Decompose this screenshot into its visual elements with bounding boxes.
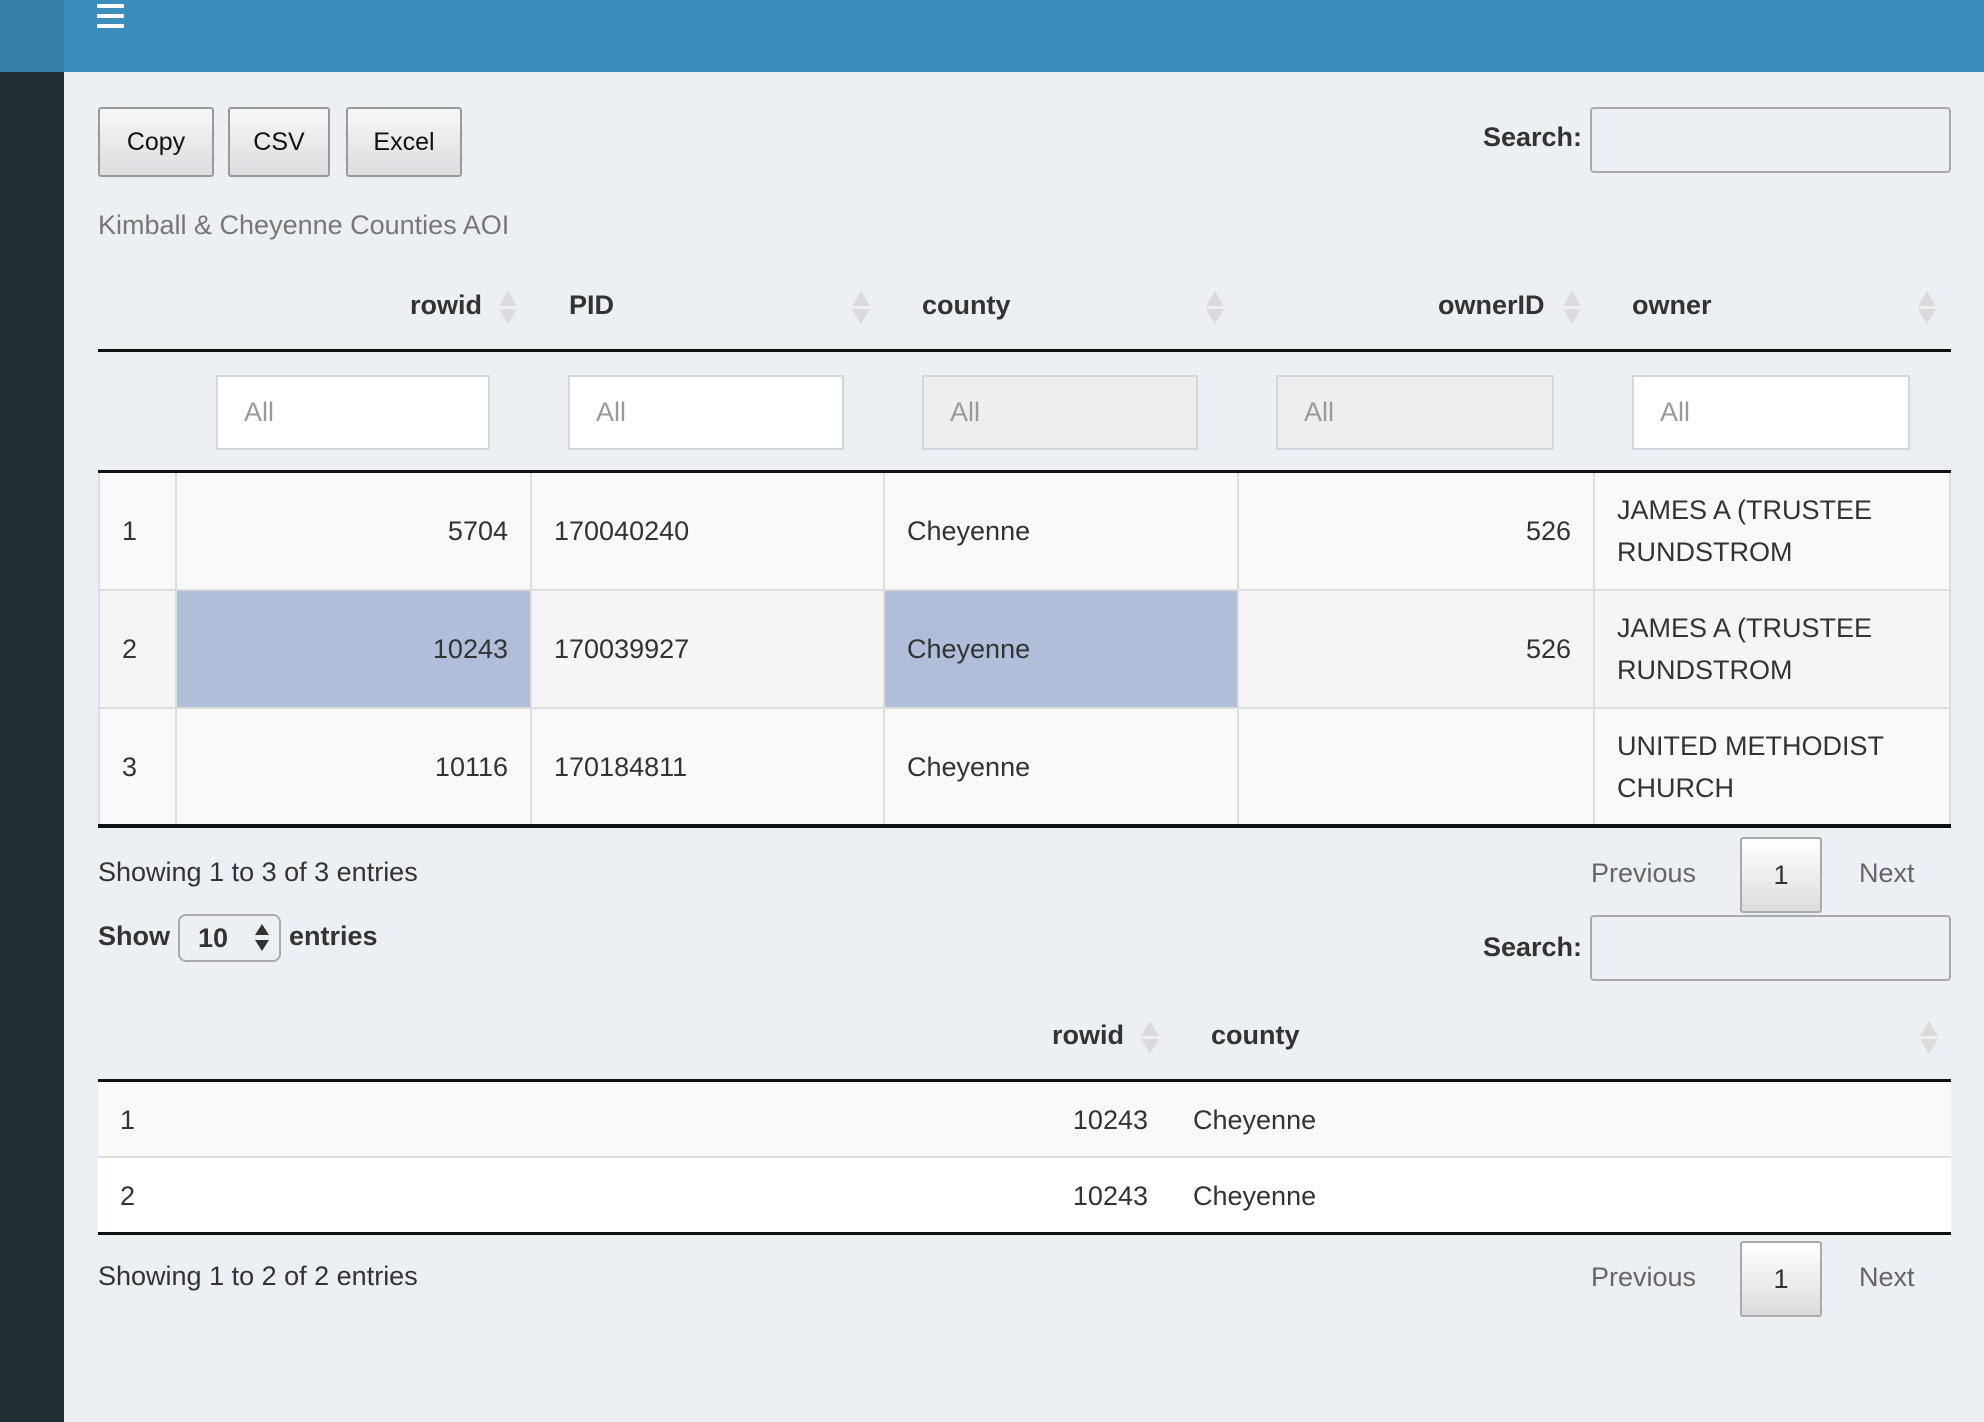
column-header-county[interactable]: county: [1211, 1020, 1300, 1051]
hamburger-bar: [97, 24, 124, 28]
sort-icon[interactable]: [499, 291, 517, 325]
row-index: 1: [120, 1105, 136, 1135]
filter-rowid[interactable]: All: [216, 375, 490, 450]
filter-county: All: [922, 375, 1198, 450]
column-header-county[interactable]: county: [922, 290, 1011, 321]
cell-ownerid[interactable]: 526: [1239, 591, 1595, 709]
row-index: 1: [98, 473, 177, 591]
filter-pid[interactable]: All: [568, 375, 844, 450]
cell-county[interactable]: Cheyenne: [1193, 1158, 1316, 1234]
cell-ownerid[interactable]: 526: [1239, 473, 1595, 591]
table-row[interactable]: 1 5704 170040240 Cheyenne 526 JAMES A (T…: [98, 473, 1951, 591]
body-bottom-border: [98, 1232, 1951, 1235]
logo-area: [0, 0, 64, 72]
pagination-next[interactable]: Next: [1859, 858, 1915, 889]
excel-button[interactable]: Excel: [346, 107, 462, 177]
sort-icon[interactable]: [1141, 1021, 1159, 1055]
table-info: Showing 1 to 3 of 3 entries: [98, 857, 418, 887]
column-header-ownerid[interactable]: ownerID: [1438, 290, 1545, 321]
cell-pid[interactable]: 170040240: [532, 473, 885, 591]
sort-icon[interactable]: [1918, 291, 1936, 325]
table-row[interactable]: 2 10243 170039927 Cheyenne 526 JAMES A (…: [98, 591, 1951, 709]
row-index: 3: [98, 709, 177, 827]
table-row[interactable]: 2 10243 Cheyenne: [98, 1158, 1951, 1234]
length-entries-label: entries: [289, 921, 378, 951]
cell-rowid[interactable]: 10116: [177, 709, 532, 827]
pagination-page-1[interactable]: 1: [1740, 837, 1822, 913]
cell-ownerid[interactable]: [1239, 709, 1595, 827]
cell-rowid[interactable]: 10243: [1073, 1158, 1148, 1234]
hamburger-bar: [97, 14, 124, 18]
pagination-previous[interactable]: Previous: [1591, 858, 1696, 889]
table-info: Showing 1 to 2 of 2 entries: [98, 1261, 418, 1291]
search-label: Search:: [1482, 122, 1582, 152]
table-row[interactable]: 3 10116 170184811 Cheyenne UNITED METHOD…: [98, 709, 1951, 827]
page-length-select[interactable]: 10: [178, 914, 281, 962]
cell-county[interactable]: Cheyenne: [885, 709, 1239, 827]
search-input[interactable]: [1590, 915, 1951, 981]
table-row[interactable]: 1 10243 Cheyenne: [98, 1082, 1951, 1158]
search-input[interactable]: [1590, 107, 1951, 173]
csv-button[interactable]: CSV: [228, 107, 330, 177]
cell-rowid-selected[interactable]: 10243: [177, 591, 532, 709]
cell-county[interactable]: Cheyenne: [1193, 1082, 1316, 1158]
row-index: 2: [120, 1181, 136, 1211]
row-index: 2: [98, 591, 177, 709]
column-header-rowid[interactable]: rowid: [410, 290, 482, 321]
cell-pid[interactable]: 170039927: [532, 591, 885, 709]
cell-owner[interactable]: UNITED METHODIST CHURCH: [1595, 709, 1951, 827]
cell-owner[interactable]: JAMES A (TRUSTEE RUNDSTROM: [1595, 591, 1951, 709]
cell-rowid[interactable]: 5704: [177, 473, 532, 591]
cell-pid[interactable]: 170184811: [532, 709, 885, 827]
cell-owner[interactable]: JAMES A (TRUSTEE RUNDSTROM: [1595, 473, 1951, 591]
copy-button[interactable]: Copy: [98, 107, 214, 177]
column-header-pid[interactable]: PID: [569, 290, 614, 321]
hamburger-icon[interactable]: [97, 4, 125, 28]
pagination-page-1[interactable]: 1: [1740, 1241, 1822, 1317]
header-divider: [98, 349, 1951, 352]
sort-icon[interactable]: [852, 291, 870, 325]
cell-rowid[interactable]: 10243: [1073, 1082, 1148, 1158]
pagination-previous[interactable]: Previous: [1591, 1262, 1696, 1293]
page-length-value: 10: [198, 922, 229, 953]
column-header-owner[interactable]: owner: [1632, 290, 1712, 321]
select-arrows-icon: [255, 924, 269, 954]
sort-icon[interactable]: [1920, 1021, 1938, 1055]
filter-owner[interactable]: All: [1632, 375, 1910, 450]
column-header-rowid[interactable]: rowid: [1052, 1020, 1124, 1051]
sort-icon[interactable]: [1563, 291, 1581, 325]
length-show-label: Show: [98, 921, 170, 951]
hamburger-bar: [97, 4, 124, 8]
body-bottom-border: [98, 824, 1951, 828]
search-label: Search:: [1482, 932, 1582, 962]
top-navbar: [0, 0, 1984, 72]
pagination-next[interactable]: Next: [1859, 1262, 1915, 1293]
table-caption: Kimball & Cheyenne Counties AOI: [98, 210, 510, 240]
cell-county[interactable]: Cheyenne: [885, 473, 1239, 591]
sidebar: [0, 72, 64, 1422]
cell-county-selected[interactable]: Cheyenne: [885, 591, 1239, 709]
filter-ownerid: All: [1276, 375, 1554, 450]
sort-icon[interactable]: [1206, 291, 1224, 325]
